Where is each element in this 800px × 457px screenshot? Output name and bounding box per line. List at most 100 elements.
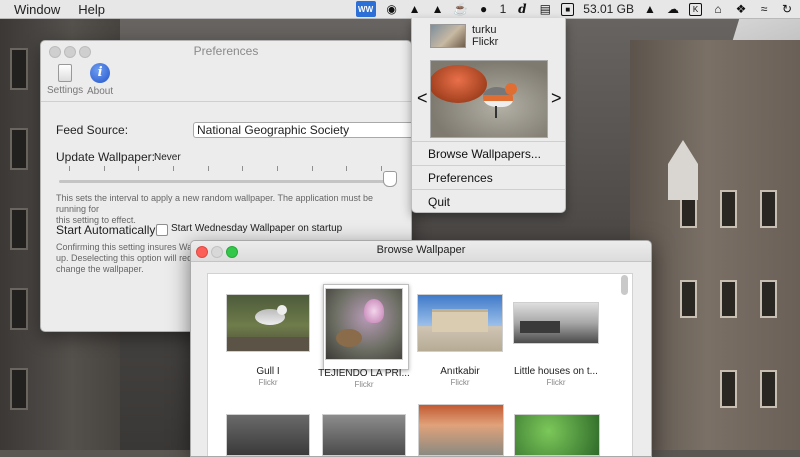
feed-source-label: Feed Source: [56, 123, 129, 137]
current-photo-thumbnail [430, 24, 466, 48]
notification-count[interactable]: 1 [500, 2, 507, 16]
toolbar-about-button[interactable]: i About [87, 63, 113, 97]
wifi-icon[interactable]: ≈ [757, 2, 771, 16]
building-window [720, 280, 737, 318]
wallpaper-source: Flickr [546, 378, 566, 387]
update-help-line: This sets the interval to apply a new ra… [56, 193, 374, 214]
storage-readout[interactable]: 53.01 GB [583, 2, 634, 16]
building-window [720, 190, 737, 228]
previous-wallpaper-button[interactable]: < [417, 88, 428, 109]
wallpaper-thumbnail [513, 302, 599, 344]
wallpaper-source: Flickr [354, 380, 374, 389]
slider-tick [103, 166, 105, 171]
hat-icon[interactable]: ▲ [643, 2, 657, 16]
wednesday-wallpaper-status-icon[interactable]: WW [355, 1, 376, 17]
start-on-startup-label[interactable]: Start Wednesday Wallpaper on startup [171, 223, 342, 234]
browse-title: Browse Wallpaper [376, 244, 466, 256]
wallpaper-source: Flickr [450, 378, 470, 387]
building-window [680, 280, 697, 318]
menu-window[interactable]: Window [0, 2, 68, 17]
browse-titlebar[interactable]: Browse Wallpaper [191, 241, 651, 262]
toolbar-settings-button[interactable]: Settings [47, 63, 83, 96]
menu-bar: Window Help WW ◉ ▲ ▲ ☕ ● 1 d ▤ ■ 53.01 G… [0, 0, 800, 19]
clipboard-icon[interactable]: ▤ [538, 2, 552, 16]
flame-icon[interactable]: ▲ [431, 2, 445, 16]
switch-icon [56, 64, 74, 82]
slider-tick [381, 166, 382, 171]
k-icon[interactable]: K [689, 2, 702, 16]
wallpaper-thumbnail[interactable] [418, 404, 504, 456]
menu-item-browse-wallpapers[interactable]: Browse Wallpapers... [428, 147, 541, 161]
update-help-text: This sets the interval to apply a new ra… [56, 193, 401, 226]
building-window [10, 48, 28, 90]
toolbar-settings-label: Settings [47, 85, 84, 96]
wallpaper-thumbnail [325, 288, 403, 360]
toolbar-about-label: About [87, 86, 114, 97]
building-window [760, 190, 777, 228]
dash-icon[interactable]: d [515, 2, 529, 16]
menu-help[interactable]: Help [68, 2, 113, 17]
start-automatically-label: Start Automatically: [56, 223, 159, 237]
slider-knob[interactable] [383, 171, 397, 187]
dropbox-icon[interactable]: ❖ [734, 2, 748, 16]
cloud-icon[interactable]: ☁ [666, 2, 680, 16]
building-window [720, 370, 737, 408]
wallpaper-title: Gull I [256, 366, 280, 377]
building-window [10, 208, 28, 250]
current-photo-source: Flickr [472, 36, 499, 48]
menu-item-quit[interactable]: Quit [428, 195, 450, 209]
preview-robin-head [505, 83, 517, 95]
wallpaper-preview-image[interactable] [430, 60, 548, 138]
wallpaper-item[interactable]: Little houses on t... Flickr [508, 294, 604, 387]
disk-icon[interactable]: ■ [561, 2, 575, 16]
building-window [10, 368, 28, 410]
status-menu-area: WW ◉ ▲ ▲ ☕ ● 1 d ▤ ■ 53.01 GB ▲ ☁ K ⌂ ❖ … [355, 0, 794, 18]
wallpaper-status-menu: turku Flickr < > Browse Wallpapers... Pr… [411, 18, 566, 213]
wallpaper-source: Flickr [258, 378, 278, 387]
coffee-icon[interactable]: ☕ [453, 2, 468, 16]
google-drive-icon[interactable]: ▲ [408, 2, 422, 16]
browse-wallpaper-window: Browse Wallpaper Gull I Flickr TEJIENDO … [190, 240, 652, 457]
menu-separator [412, 189, 565, 190]
preferences-toolbar: Settings i About [41, 61, 411, 102]
start-on-startup-checkbox[interactable] [156, 224, 168, 236]
home-icon[interactable]: ⌂ [711, 2, 725, 16]
bear-icon[interactable]: ◉ [385, 2, 399, 16]
slider-tick [173, 166, 174, 171]
wallpaper-title: Little houses on t... [514, 366, 598, 377]
wallpaper-grid: Gull I Flickr TEJIENDO LA PRI... Flickr … [207, 273, 633, 456]
slider-tick [311, 166, 313, 171]
info-icon: i [90, 63, 111, 83]
next-wallpaper-button[interactable]: > [551, 88, 562, 109]
preferences-title: Preferences [193, 44, 259, 58]
feed-source-select[interactable]: National Geographic Society ⌄ [193, 122, 411, 138]
current-photo-header[interactable]: turku Flickr [430, 24, 498, 48]
current-photo-title: turku [472, 24, 497, 36]
menu-separator [412, 165, 565, 166]
menu-item-preferences[interactable]: Preferences [428, 171, 493, 185]
update-wallpaper-label: Update Wallpaper: [56, 150, 155, 164]
wallpaper-title: Anıtkabir [440, 366, 480, 377]
wallpaper-item[interactable]: Anıtkabir Flickr [412, 294, 508, 387]
menu-separator [412, 141, 565, 142]
building-window [760, 280, 777, 318]
slider-tick [69, 166, 70, 171]
building-window [10, 128, 28, 170]
time-machine-icon[interactable]: ↻ [780, 2, 794, 16]
update-wallpaper-value: Never [154, 152, 181, 163]
preferences-titlebar[interactable]: Preferences [41, 41, 411, 61]
building-right [630, 40, 800, 450]
feed-source-value: National Geographic Society [197, 123, 350, 137]
grid-scrollbar[interactable] [621, 275, 628, 295]
slider-tick [277, 166, 278, 171]
slider-tick [242, 166, 244, 171]
wallpaper-item-selected[interactable]: TEJIENDO LA PRI... Flickr [316, 288, 412, 389]
slider-tick [346, 166, 348, 171]
wallpaper-thumbnail [226, 294, 310, 352]
preview-pot [431, 65, 487, 103]
building-window [760, 370, 777, 408]
clock-icon[interactable]: ● [477, 2, 491, 16]
wallpaper-item[interactable]: Gull I Flickr [220, 294, 316, 387]
update-interval-slider[interactable] [59, 180, 391, 183]
preview-robin-leg [495, 106, 497, 118]
